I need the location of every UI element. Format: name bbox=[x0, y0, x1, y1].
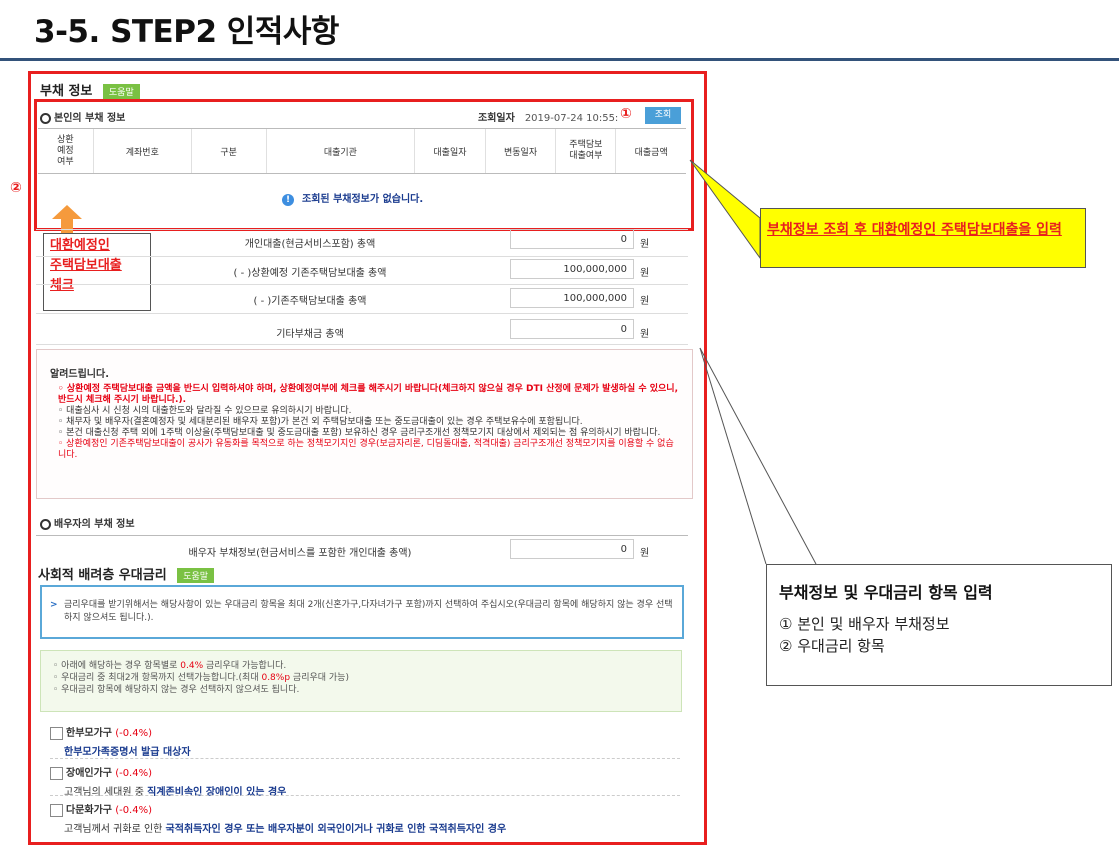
yellow-note-text: 부채정보 조회 후 대환예정인 주택담보대출을 입력 bbox=[767, 222, 1062, 238]
callout-line-1: ① 본인 및 배우자 부채정보 bbox=[779, 615, 950, 633]
callout-pointer-lines bbox=[689, 159, 817, 565]
callout-line-2: ② 우대금리 항목 bbox=[779, 637, 885, 655]
yellow-note: 부채정보 조회 후 대환예정인 주택담보대출을 입력 bbox=[760, 208, 1086, 268]
callout-box: 부채정보 및 우대금리 항목 입력 ① 본인 및 배우자 부채정보 ② 우대금리… bbox=[766, 564, 1112, 686]
callout-title: 부채정보 및 우대금리 항목 입력 bbox=[779, 583, 993, 602]
